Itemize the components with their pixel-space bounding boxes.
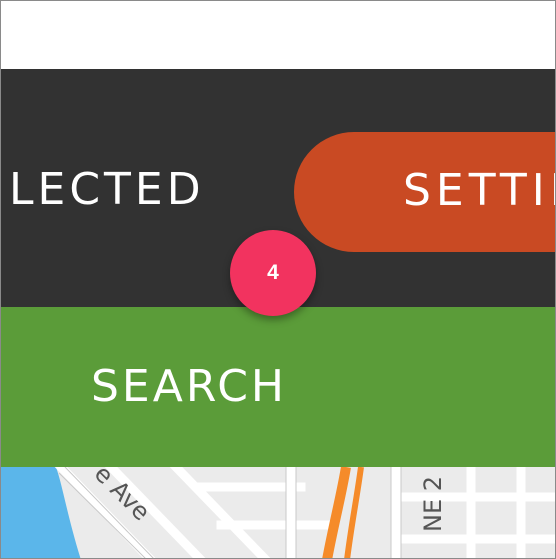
step-number-badge: 4 xyxy=(230,230,316,316)
screenshot-frame: LECTED SETTIN SEARCH xyxy=(0,0,556,559)
map-canvas: e Ave NE 2 xyxy=(1,467,555,558)
search-button[interactable]: SEARCH xyxy=(1,307,555,467)
search-button-label: SEARCH xyxy=(91,361,288,412)
map-view[interactable]: e Ave NE 2 xyxy=(1,467,555,558)
top-blank-area xyxy=(1,1,555,69)
settings-button-label: SETTIN xyxy=(403,165,555,216)
settings-button[interactable]: SETTIN xyxy=(294,132,555,252)
street-label-ne: NE 2 xyxy=(419,476,447,532)
step-number: 4 xyxy=(267,261,279,284)
selected-tab-label[interactable]: LECTED xyxy=(9,164,205,216)
